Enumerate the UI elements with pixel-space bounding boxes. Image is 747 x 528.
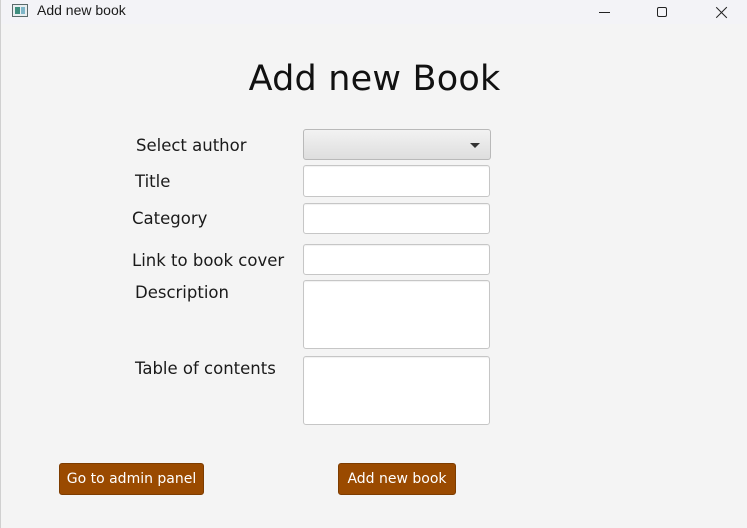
- maximize-button[interactable]: [639, 0, 685, 24]
- author-label: Select author: [136, 136, 247, 155]
- toc-field[interactable]: [303, 356, 490, 425]
- chevron-down-icon: [470, 143, 480, 148]
- add-book-button[interactable]: Add new book: [338, 463, 456, 495]
- description-field[interactable]: [303, 280, 490, 349]
- toc-label: Table of contents: [135, 359, 276, 378]
- minimize-button[interactable]: [581, 0, 627, 24]
- close-button[interactable]: [698, 0, 744, 24]
- app-icon: [12, 4, 28, 17]
- category-label: Category: [132, 209, 208, 228]
- cover-link-label: Link to book cover: [132, 251, 285, 270]
- maximize-icon: [657, 7, 667, 17]
- minimize-icon: [598, 11, 610, 13]
- description-label: Description: [135, 283, 229, 302]
- title-bar: Add new book: [1, 0, 747, 24]
- title-label: Title: [135, 172, 171, 191]
- window-title: Add new book: [37, 2, 126, 18]
- close-icon: [715, 6, 728, 19]
- title-field[interactable]: [303, 165, 490, 197]
- admin-panel-button[interactable]: Go to admin panel: [59, 463, 204, 495]
- author-select[interactable]: [303, 129, 491, 160]
- category-field[interactable]: [303, 203, 490, 234]
- cover-link-field[interactable]: [303, 244, 490, 275]
- page-title: Add new Book: [248, 59, 501, 99]
- app-window: Add new book Add new Book Select author …: [0, 0, 747, 528]
